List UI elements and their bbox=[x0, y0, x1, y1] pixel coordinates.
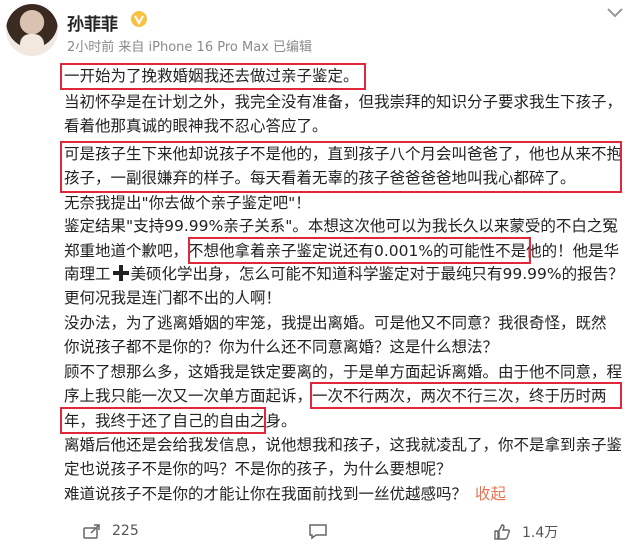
collapse-link[interactable]: 收起 bbox=[475, 485, 506, 503]
share-icon bbox=[83, 524, 100, 539]
text-line: 孩子，一副很嫌弃的样子。每天看着无辜的孩子爸爸爸爸地叫我心都碎了。 bbox=[64, 169, 576, 187]
text-line: 无奈我提出"你去做个亲子鉴定吧"！ bbox=[64, 194, 311, 212]
text-line: 郑重地道个歉吧，不想他拿着亲子鉴定说还有0.001%的可能性不是他的！他是华 bbox=[64, 242, 620, 260]
comment-icon bbox=[309, 524, 327, 540]
like-button[interactable]: 1.4万 bbox=[492, 522, 558, 542]
like-count: 1.4万 bbox=[522, 525, 559, 541]
author-name[interactable]: 孙菲菲 bbox=[67, 10, 118, 35]
text-fragment: 美硕化学出身，怎么可能不知道科学鉴定对于最纯只有99.99%的报告？ bbox=[130, 265, 624, 283]
share-button[interactable]: 225 bbox=[82, 522, 139, 540]
text-line: 看着他那真诚的眼神我不忍心答应了。 bbox=[64, 117, 328, 135]
text-line: 鉴定结果"支持99.99%亲子关系"。本想这次他可以为我长久以来蒙受的不白之冤 bbox=[64, 217, 618, 235]
plus-icon bbox=[112, 265, 129, 281]
text-line: 你说孩子都不是你的？你为什么还不同意离婚？这是什么想法？ bbox=[64, 338, 499, 356]
text-line: 没办法，为了逃离婚姻的牢笼，我提出离婚。可是他又不同意？我很奇怪，既然 bbox=[64, 314, 607, 332]
text-line: 当初怀孕是在计划之外，我完全没有准备，但我崇拜的知识分子要求我生下孩子， bbox=[64, 93, 623, 111]
post-meta: 2小时前 来自 iPhone 16 Pro Max 已编辑 bbox=[67, 40, 312, 55]
avatar[interactable] bbox=[6, 4, 58, 56]
text-line: 离婚后他还是会给我发信息，说他想我和孩子，这我就凌乱了，你不是拿到亲子鉴 bbox=[64, 436, 623, 454]
vip-badge-icon bbox=[131, 11, 147, 27]
post-header: 孙菲菲 2小时前 来自 iPhone 16 Pro Max 已编辑 bbox=[0, 0, 640, 62]
text-line: 年，我终于还了自己的自由之身。 bbox=[64, 412, 297, 430]
chevron-down-icon[interactable] bbox=[605, 6, 625, 20]
text-line: 更何况我是连门都不出的人啊！ bbox=[64, 289, 282, 307]
text-fragment: 难道说孩子不是你的才能让你在我面前找到一丝优越感吗？ bbox=[64, 485, 468, 503]
action-bar: 225 1.4万 bbox=[0, 512, 640, 549]
text-line: 可是孩子生下来他却说孩子不是他的，直到孩子八个月会叫爸爸了，他也从来不抱 bbox=[64, 145, 623, 163]
comment-button[interactable] bbox=[308, 522, 338, 540]
share-count: 225 bbox=[112, 523, 139, 539]
text-fragment: 南理工 bbox=[64, 265, 111, 283]
text-line: 序上我只能一次又一次单方面起诉，一次不行两次，两次不行三次，终于历时两 bbox=[64, 387, 607, 405]
text-line: 定也说孩子不是你的吗？不是你的孩子，为什么要想呢？ bbox=[64, 460, 452, 478]
text-line: 一开始为了挽救婚姻我还去做过亲子鉴定。 bbox=[64, 67, 359, 85]
text-line: 南理工 美硕化学出身，怎么可能不知道科学鉴定对于最纯只有99.99%的报告？ bbox=[64, 263, 624, 286]
text-line: 顾不了想那么多，这婚我是铁定要离的，于是单方面起诉离婚。由于他不同意，程 bbox=[64, 363, 623, 381]
text-line: 难道说孩子不是你的才能让你在我面前找到一丝优越感吗？ 收起 bbox=[64, 483, 506, 506]
thumbs-up-icon bbox=[494, 524, 511, 540]
